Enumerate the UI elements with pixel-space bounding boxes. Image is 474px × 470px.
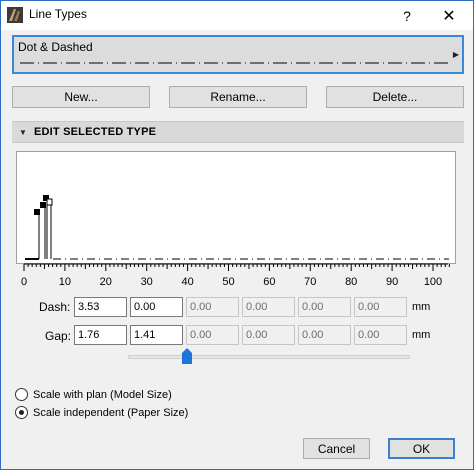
ruler-label: 30 (140, 276, 153, 288)
scale-with-plan-radio[interactable] (15, 388, 28, 401)
ruler-label: 10 (58, 276, 72, 288)
scale-with-plan-option[interactable]: Scale with plan (Model Size) (15, 388, 172, 401)
ruler-label: 70 (304, 276, 317, 288)
ruler-label: 90 (385, 276, 399, 288)
scale-slider-thumb[interactable] (182, 348, 192, 364)
scale-independent-option[interactable]: Scale independent (Paper Size) (15, 406, 188, 419)
ruler-label: 60 (263, 276, 276, 288)
gap-field-6: 0.00 (354, 325, 407, 345)
ruler-label: 0 (20, 276, 28, 288)
gap-label: Gap: (45, 329, 72, 343)
scale-independent-radio[interactable] (15, 406, 28, 419)
gap-field-1[interactable]: 1.76 (74, 325, 127, 345)
gap-end-handle[interactable] (40, 202, 46, 208)
help-button[interactable]: ? (387, 1, 427, 30)
close-button[interactable]: ✕ (429, 1, 469, 30)
dash-field-1[interactable]: 3.53 (74, 297, 127, 317)
selected-line-type: Dot & Dashed (18, 40, 93, 54)
delete-button[interactable]: Delete... (326, 86, 464, 108)
dash-field-4: 0.00 (242, 297, 295, 317)
dash-field-3: 0.00 (186, 297, 239, 317)
gap-field-4: 0.00 (242, 325, 295, 345)
new-button[interactable]: New... (12, 86, 150, 108)
gap-field-5: 0.00 (298, 325, 351, 345)
ruler-label: 20 (99, 276, 112, 288)
gap-field-3: 0.00 (186, 325, 239, 345)
line-pattern-editor[interactable] (16, 151, 456, 264)
dot-gap-handle[interactable] (46, 198, 53, 206)
scale-slider-track[interactable] (128, 355, 410, 359)
dash-end-handle[interactable] (34, 209, 40, 215)
expand-arrow-icon[interactable]: ▶ (453, 50, 459, 59)
ruler-ticks (23, 263, 450, 271)
window-title: Line Types (29, 7, 87, 21)
collapse-arrow-icon: ▼ (19, 128, 27, 137)
mm-ruler: 0 10 20 30 40 50 60 70 80 90 100 (16, 263, 456, 289)
ruler-label: 50 (222, 276, 235, 288)
gap-unit: mm (412, 329, 431, 341)
ruler-label: 40 (181, 276, 194, 288)
section-title: EDIT SELECTED TYPE (34, 126, 157, 138)
dash-label: Dash: (39, 300, 71, 314)
dash-field-6: 0.00 (354, 297, 407, 317)
ruler-label: 100 (423, 276, 443, 288)
edit-section-header[interactable]: ▼ EDIT SELECTED TYPE (12, 121, 464, 143)
dash-unit: mm (412, 301, 431, 313)
ok-button[interactable]: OK (388, 438, 455, 459)
dash-field-2[interactable]: 0.00 (130, 297, 183, 317)
dash-field-5: 0.00 (298, 297, 351, 317)
title-bar: Line Types ? ✕ (1, 1, 473, 30)
rename-button[interactable]: Rename... (169, 86, 307, 108)
line-type-preview-icon (20, 62, 448, 64)
ruler-label: 80 (345, 276, 358, 288)
cancel-button[interactable]: Cancel (303, 438, 370, 459)
line-types-dialog: Line Types ? ✕ Dot & Dashed ▶ New... Ren… (0, 0, 474, 470)
scale-with-plan-label: Scale with plan (Model Size) (33, 388, 172, 401)
pattern-canvas (25, 195, 449, 260)
gap-field-2[interactable]: 1.41 (130, 325, 183, 345)
scale-independent-label: Scale independent (Paper Size) (33, 406, 189, 419)
app-icon (7, 7, 23, 23)
line-type-selector[interactable]: Dot & Dashed ▶ (12, 35, 464, 74)
